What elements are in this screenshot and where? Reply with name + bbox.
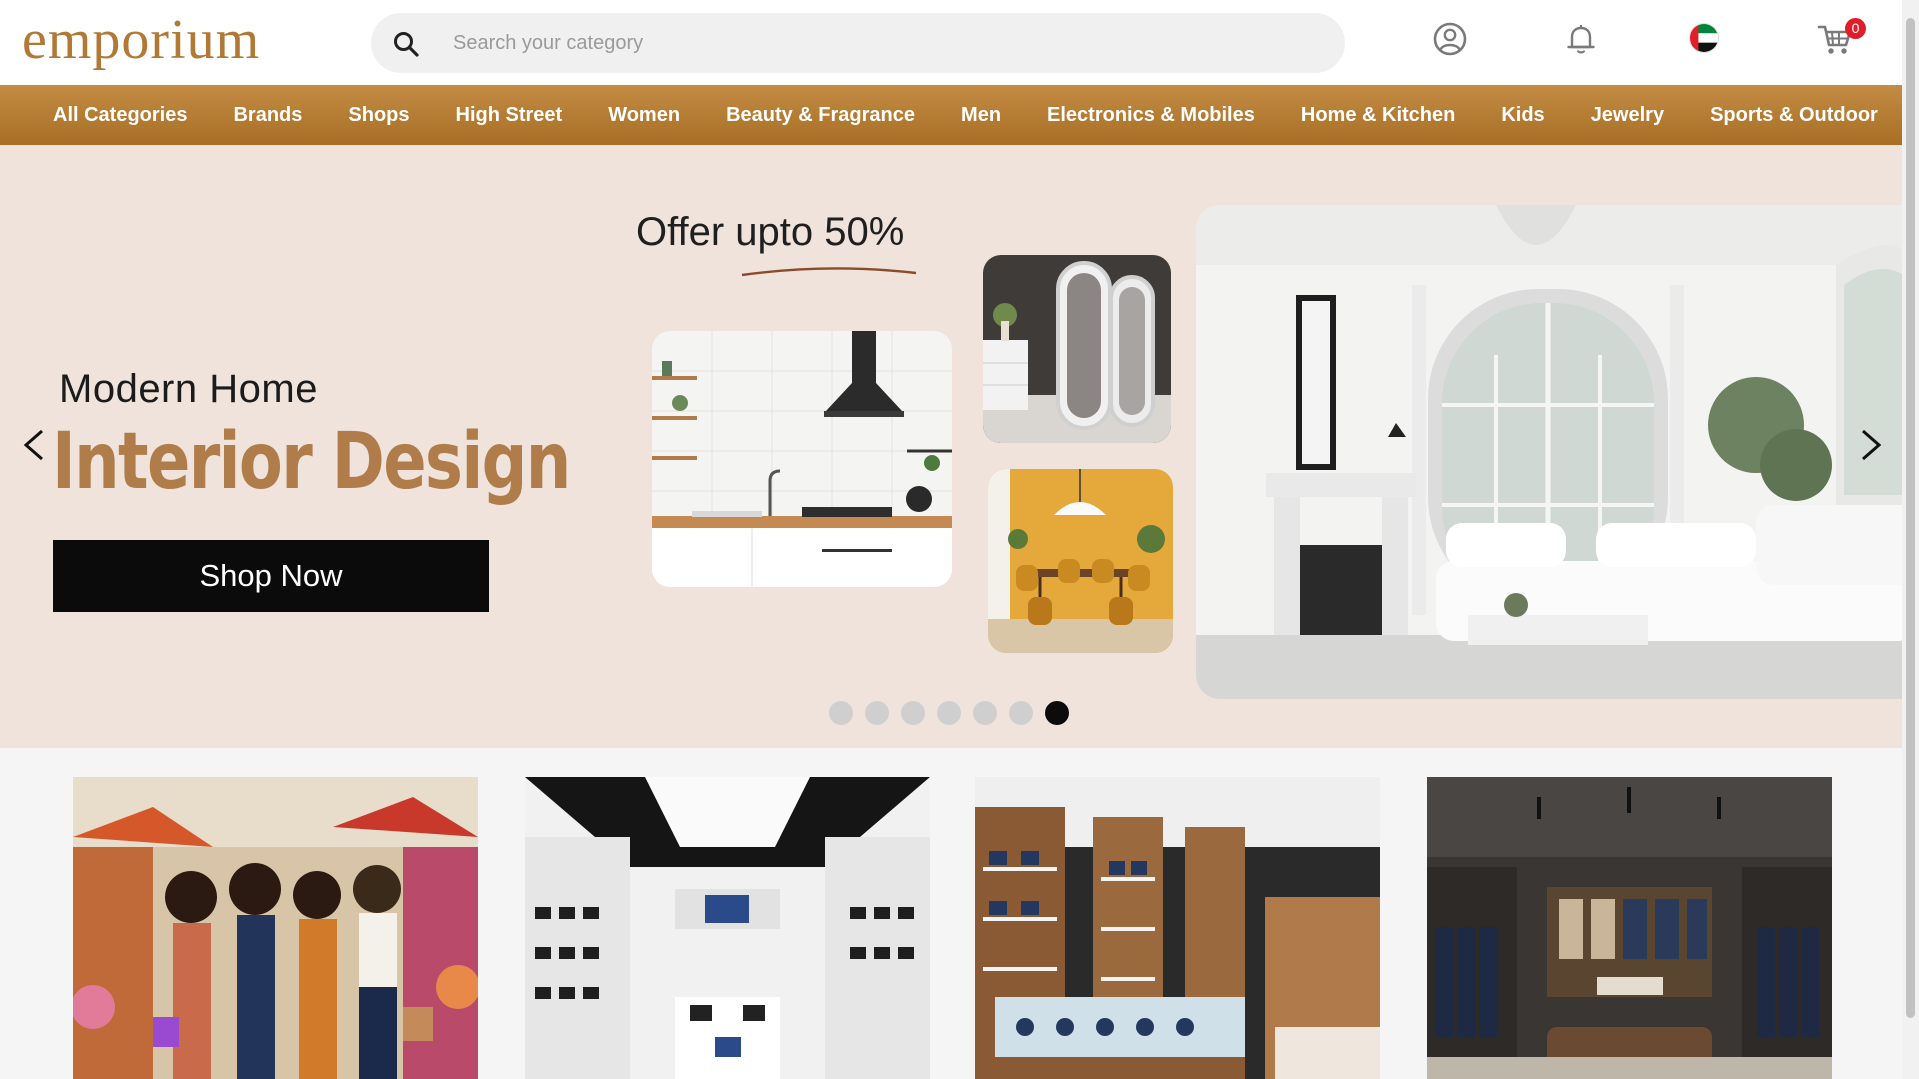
search-input[interactable] [453,13,1313,73]
offer-underline [741,267,917,277]
search-icon[interactable] [392,30,420,58]
shop-card-watches[interactable] [975,777,1380,1079]
cart-count-badge: 0 [1845,18,1866,39]
nav-men[interactable]: Men [961,104,1001,127]
nav-kids[interactable]: Kids [1501,104,1544,127]
dining-room-image [988,469,1173,653]
carousel-dot-active[interactable] [1045,701,1069,725]
page-scrollbar[interactable] [1902,0,1919,1079]
category-nav: All Categories Brands Shops High Street … [0,85,1902,145]
user-circle-icon[interactable] [1431,20,1469,58]
nav-all-categories[interactable]: All Categories [53,104,187,127]
carousel-dot[interactable] [937,701,961,725]
mirror-image [983,255,1171,443]
nav-brands[interactable]: Brands [233,104,302,127]
hero-subtitle: Modern Home [59,367,318,411]
carousel-dot[interactable] [829,701,853,725]
carousel-dot[interactable] [1009,701,1033,725]
nav-shops[interactable]: Shops [348,104,409,127]
kitchen-image [652,331,952,587]
nav-women[interactable]: Women [608,104,680,127]
nav-sports-outdoor[interactable]: Sports & Outdoor [1710,104,1878,127]
emporium-logo[interactable]: emporium [22,12,260,68]
nav-jewelry[interactable]: Jewelry [1591,104,1664,127]
offer-heading: Offer upto 50% [636,210,905,254]
nav-beauty-fragrance[interactable]: Beauty & Fragrance [726,104,915,127]
scrollbar-thumb[interactable] [1906,18,1915,1018]
site-header: emporium 0 [0,0,1902,85]
carousel-dot[interactable] [973,701,997,725]
hero-title: Interior Design [52,417,571,507]
carousel-dots [829,701,1069,725]
chevron-left-icon[interactable] [16,425,52,465]
nav-high-street[interactable]: High Street [456,104,563,127]
search-bar[interactable] [371,13,1345,73]
carousel-dot[interactable] [901,701,925,725]
living-room-image [1196,205,1902,699]
shop-card-menswear[interactable] [1427,777,1832,1079]
shop-now-button[interactable]: Shop Now [53,540,489,612]
shop-card-fashion-market[interactable] [73,777,478,1079]
bell-icon[interactable] [1562,20,1600,58]
hero-banner: Modern Home Interior Design Shop Now Off… [0,145,1902,748]
nav-home-kitchen[interactable]: Home & Kitchen [1301,104,1455,127]
featured-shops [0,748,1902,1079]
carousel-dot[interactable] [865,701,889,725]
shop-card-electronics[interactable] [525,777,930,1079]
uae-flag-icon[interactable] [1689,23,1719,53]
nav-electronics-mobiles[interactable]: Electronics & Mobiles [1047,104,1255,127]
chevron-right-icon[interactable] [1853,425,1889,465]
